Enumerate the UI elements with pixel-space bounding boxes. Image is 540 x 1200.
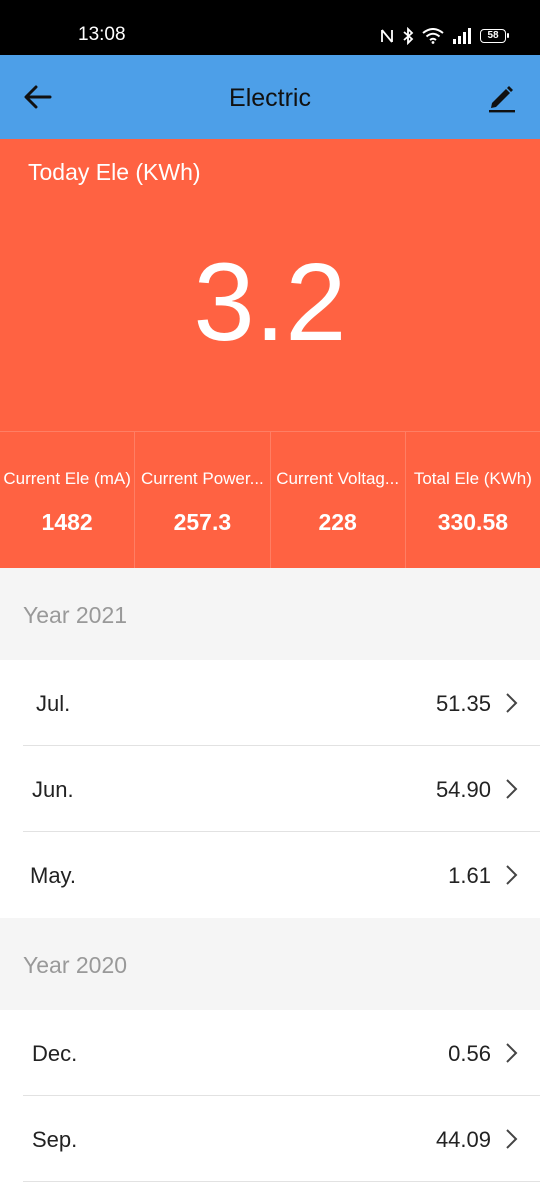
status-icons: 58 [380, 26, 509, 46]
pencil-icon [489, 86, 515, 113]
stat-value: 257.3 [173, 509, 232, 535]
list-item-dec-2020[interactable]: Dec. 0.56 [0, 1010, 540, 1096]
stat-current-voltage: Current Voltag... 228 [269, 431, 405, 568]
chevron-right-icon [506, 1129, 518, 1149]
nfc-icon [381, 29, 393, 43]
chevron-right-icon [506, 865, 518, 885]
stat-value: 228 [318, 509, 357, 535]
today-energy-panel: Today Ele (KWh) 3.2 [0, 139, 540, 431]
month-value: 44.09 [435, 1127, 491, 1152]
today-energy-label: Today Ele (KWh) [28, 159, 201, 185]
stat-current-ele: Current Ele (mA) 1482 [0, 431, 135, 568]
stat-label: Current Voltag... [276, 469, 400, 488]
month-value: 1.61 [448, 863, 491, 888]
section-header-2020: Year 2020 [0, 918, 540, 1010]
list-item-jun-2021[interactable]: Jun. 54.90 [0, 746, 540, 832]
list-item-may-2021[interactable]: May. 1.61 [0, 832, 540, 918]
month-label: Jun. [32, 777, 74, 802]
chevron-right-icon [506, 693, 518, 713]
page-title: Electric [229, 84, 311, 112]
chevron-right-icon [506, 1043, 518, 1063]
month-label: Dec. [32, 1041, 78, 1066]
list-item-sep-2020[interactable]: Sep. 44.09 [0, 1096, 540, 1182]
stat-value: 1482 [41, 509, 93, 535]
stat-total-ele: Total Ele (KWh) 330.58 [404, 431, 540, 568]
app-bar: Electric [0, 55, 540, 139]
month-value: 0.56 [448, 1041, 491, 1066]
month-label: Jul. [36, 691, 71, 716]
battery-icon: 58 [480, 29, 509, 43]
stat-label: Current Ele (mA) [3, 469, 131, 488]
stat-label: Total Ele (KWh) [413, 469, 532, 488]
stat-value: 330.58 [437, 509, 509, 535]
status-time: 13:08 [78, 24, 126, 45]
stat-label: Current Power... [140, 469, 264, 488]
chevron-right-icon [506, 779, 518, 799]
today-energy-value: 3.2 [193, 241, 347, 364]
edit-button[interactable] [486, 81, 518, 115]
stat-current-power: Current Power... 257.3 [134, 431, 270, 568]
signal-icon [453, 28, 471, 44]
month-value: 51.35 [435, 691, 491, 716]
month-value: 54.90 [435, 777, 491, 802]
month-label: Sep. [32, 1127, 78, 1152]
status-bar: 13:08 58 [0, 0, 540, 55]
divider [23, 1181, 540, 1182]
stats-row: Current Ele (mA) 1482 Current Power... 2… [0, 431, 540, 568]
section-header-2021: Year 2021 [0, 568, 540, 660]
wifi-icon [422, 28, 444, 44]
list-item-jul-2021[interactable]: Jul. 51.35 [0, 660, 540, 746]
section-header-label: Year 2021 [23, 602, 128, 628]
section-header-label: Year 2020 [23, 952, 128, 978]
bluetooth-icon [403, 27, 414, 45]
month-label: May. [30, 863, 77, 888]
